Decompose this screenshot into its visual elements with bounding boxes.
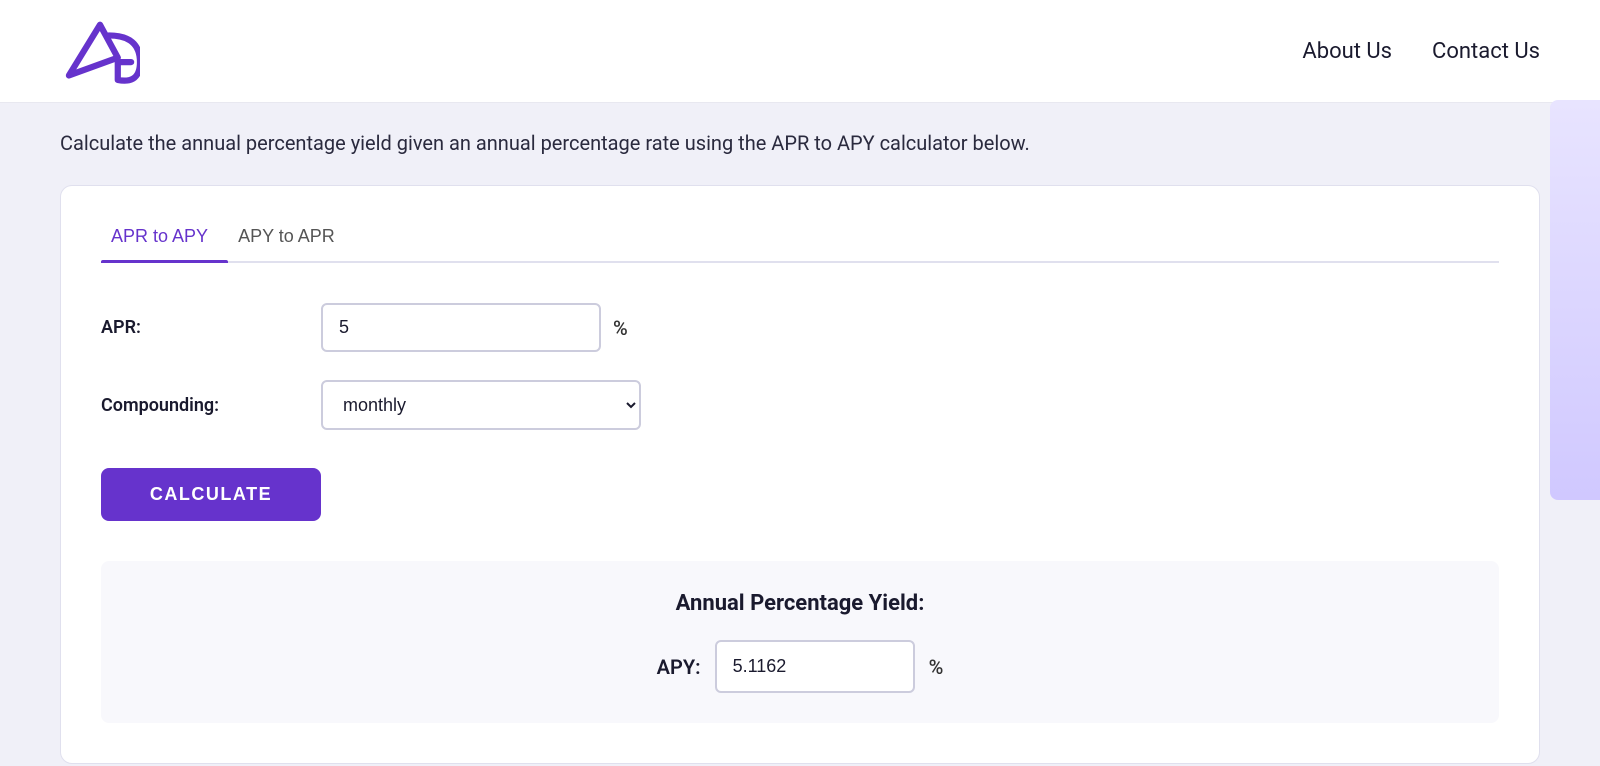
apr-input[interactable] <box>321 303 601 352</box>
tab-apy-to-apr[interactable]: APY to APR <box>228 216 355 261</box>
result-section: Annual Percentage Yield: APY: % <box>101 561 1499 723</box>
nav-about[interactable]: About Us <box>1302 39 1392 64</box>
apr-input-wrapper: % <box>321 303 628 352</box>
page-description: Calculate the annual percentage yield gi… <box>0 103 1600 175</box>
site-header: About Us Contact Us <box>0 0 1600 103</box>
result-row: APY: % <box>657 640 944 693</box>
calculate-button[interactable]: CALCULATE <box>101 468 321 521</box>
main-nav: About Us Contact Us <box>1302 39 1540 64</box>
calculate-btn-wrapper: CALCULATE <box>101 458 801 521</box>
logo <box>60 16 140 86</box>
compounding-label: Compounding: <box>101 395 301 416</box>
apy-result-input[interactable] <box>715 640 915 693</box>
calculator-card: APR to APY APY to APR APR: % Compounding… <box>60 185 1540 764</box>
compounding-select[interactable]: monthly daily quarterly annually <box>321 380 641 430</box>
tab-apr-to-apy[interactable]: APR to APY <box>101 216 228 261</box>
apr-label: APR: <box>101 317 301 338</box>
apr-row: APR: % <box>101 303 801 352</box>
apy-percent-symbol: % <box>929 655 944 679</box>
right-decoration <box>1550 100 1600 500</box>
apr-percent-symbol: % <box>613 316 628 340</box>
compounding-row: Compounding: monthly daily quarterly ann… <box>101 380 801 430</box>
form-section: APR: % Compounding: monthly daily quarte… <box>101 303 801 521</box>
tab-bar: APR to APY APY to APR <box>101 216 1499 263</box>
nav-contact[interactable]: Contact Us <box>1432 39 1540 64</box>
result-title: Annual Percentage Yield: <box>676 591 925 616</box>
logo-icon <box>60 16 140 86</box>
apy-label: APY: <box>657 655 701 679</box>
